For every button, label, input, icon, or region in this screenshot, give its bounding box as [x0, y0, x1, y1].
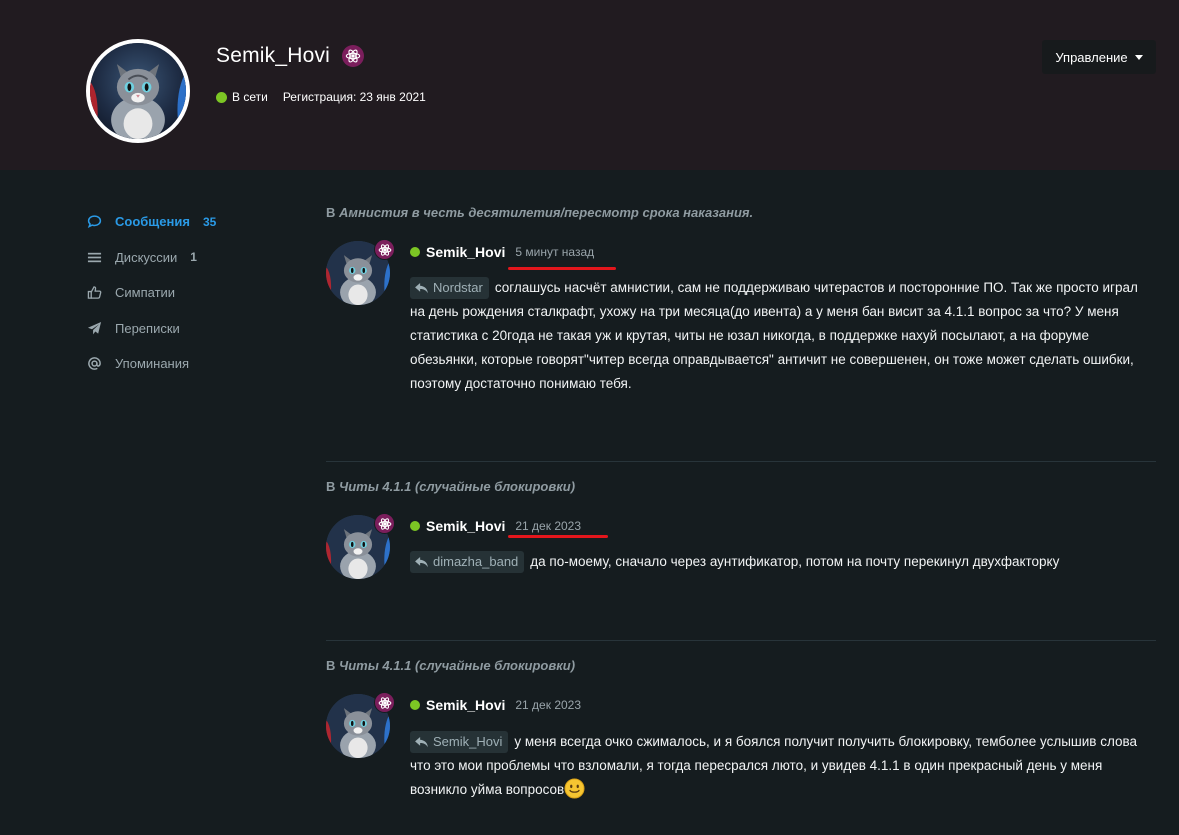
post-text: у меня всегда очко сжималось, и я боялся…	[410, 734, 1138, 797]
thread-title-link[interactable]: Амнистия в честь десятилетия/пересмотр с…	[339, 205, 753, 220]
post-author-name[interactable]: Semik_Hovi	[426, 697, 505, 713]
thumbs-up-icon	[86, 285, 102, 301]
activity-post: В Читы 4.1.1 (случайные блокировки) Semi…	[326, 658, 1156, 828]
sidebar-item-count: 1	[190, 250, 197, 265]
smile-emoji-icon	[564, 778, 585, 799]
red-underline-annotation	[508, 267, 616, 270]
reply-arrow-icon	[415, 282, 428, 294]
profile-avatar[interactable]	[86, 39, 190, 143]
post-body: Nordstar соглашусь насчёт амнистии, сам …	[410, 276, 1150, 396]
thread-title-link[interactable]: Читы 4.1.1 (случайные блокировки)	[339, 658, 575, 673]
thread-title-link[interactable]: Читы 4.1.1 (случайные блокировки)	[339, 479, 575, 494]
activity-post: В Амнистия в честь десятилетия/пересмотр…	[326, 205, 1156, 405]
manage-label: Управление	[1055, 49, 1128, 65]
atom-icon	[374, 513, 395, 534]
reply-to-chip[interactable]: dimazha_band	[410, 551, 525, 574]
post-author-line: Semik_Hovi 21 дек 2023	[410, 697, 581, 713]
atom-icon[interactable]	[342, 45, 364, 67]
sidebar-item-label: Дискуссии	[115, 249, 178, 265]
context-prefix: В	[326, 205, 336, 220]
post-text: да по-моему, сначало через аунтификатор,…	[530, 554, 1060, 569]
at-sign-icon	[86, 356, 102, 372]
sidebar-item-label: Сообщения	[115, 214, 190, 230]
reply-arrow-icon	[415, 556, 428, 568]
post-author-line: Semik_Hovi 5 минут назад	[410, 244, 594, 260]
caret-down-icon	[1134, 54, 1143, 60]
post-time[interactable]: 21 дек 2023	[515, 698, 581, 712]
post-body: dimazha_band да по-моему, сначало через …	[410, 550, 1150, 574]
post-divider	[326, 640, 1156, 641]
post-context: В Амнистия в честь десятилетия/пересмотр…	[326, 205, 1156, 220]
post-author-name[interactable]: Semik_Hovi	[426, 244, 505, 260]
context-prefix: В	[326, 479, 336, 494]
online-status-dot	[410, 521, 420, 531]
context-prefix: В	[326, 658, 336, 673]
sidebar-item-label: Упоминания	[115, 356, 190, 372]
post-author-name[interactable]: Semik_Hovi	[426, 518, 505, 534]
post-time[interactable]: 21 дек 2023	[515, 519, 581, 533]
sidebar-item-discussions[interactable]: Дискуссии 1	[86, 240, 306, 276]
sidebar-item-label: Переписки	[115, 320, 180, 336]
post-text: соглашусь насчёт амнистии, сам не поддер…	[410, 280, 1138, 391]
atom-icon	[374, 239, 395, 260]
post-author-line: Semik_Hovi 21 дек 2023	[410, 518, 581, 534]
red-underline-annotation	[508, 535, 608, 538]
reply-to-name: dimazha_band	[433, 554, 519, 570]
paper-plane-icon	[86, 320, 102, 336]
online-status-dot	[410, 247, 420, 257]
post-time[interactable]: 5 минут назад	[515, 245, 594, 259]
profile-header: Semik_Hovi В сети Регистрация: 23 янв 20…	[0, 0, 1179, 170]
sidebar-item-likes[interactable]: Симпатии	[86, 275, 306, 311]
atom-icon	[374, 692, 395, 713]
reply-to-name: Nordstar	[433, 280, 483, 296]
reply-arrow-icon	[415, 736, 428, 748]
post-context: В Читы 4.1.1 (случайные блокировки)	[326, 658, 1156, 673]
profile-meta: В сети Регистрация: 23 янв 2021	[216, 90, 426, 104]
cat-avatar-image	[90, 43, 186, 139]
activity-post: В Читы 4.1.1 (случайные блокировки) Semi…	[326, 479, 1156, 599]
manage-dropdown-button[interactable]: Управление	[1042, 40, 1156, 74]
sidebar-item-label: Симпатии	[115, 285, 176, 301]
post-context: В Читы 4.1.1 (случайные блокировки)	[326, 479, 1156, 494]
reply-to-name: Semik_Hovi	[433, 734, 503, 750]
speech-bubble-icon	[86, 214, 102, 230]
profile-username: Semik_Hovi	[216, 44, 331, 67]
post-body: Semik_Hovi у меня всегда очко сжималось,…	[410, 730, 1150, 802]
registration-date: Регистрация: 23 янв 2021	[282, 90, 426, 104]
sidebar-item-mentions[interactable]: Упоминания	[86, 346, 306, 382]
online-status-dot	[410, 700, 420, 710]
sidebar-item-messages[interactable]: Сообщения 35	[86, 204, 306, 240]
post-divider	[326, 461, 1156, 462]
reply-to-chip[interactable]: Semik_Hovi	[410, 731, 509, 754]
sidebar-item-conversations[interactable]: Переписки	[86, 311, 306, 347]
sidebar-item-count: 35	[202, 214, 217, 229]
list-icon	[86, 249, 102, 265]
profile-sidebar-nav: Сообщения 35 Дискуссии 1 Симпатии Перепи…	[86, 204, 306, 382]
online-status-dot	[216, 91, 227, 103]
reply-to-chip[interactable]: Nordstar	[410, 277, 489, 300]
online-status: В сети	[232, 90, 268, 104]
